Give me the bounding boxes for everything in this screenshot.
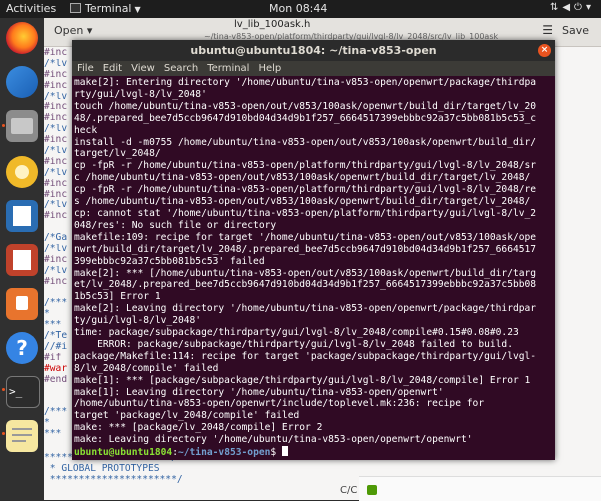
code-line: **********************/ [44, 473, 183, 485]
system-menu[interactable]: ⇅◀⏻▾ [550, 2, 595, 13]
hamburger-menu-icon[interactable]: ☰ [542, 23, 553, 37]
terminal-line: make[2]: Leaving directory '/home/ubuntu… [74, 303, 537, 315]
chevron-down-icon: ▾ [585, 2, 595, 13]
notification-strip [359, 476, 601, 501]
software-icon[interactable] [6, 288, 38, 320]
notification-icon [367, 485, 377, 495]
power-icon: ⏻ [574, 2, 586, 13]
terminal-line: make: *** [package/lv_2048/compile] Erro… [74, 422, 323, 434]
terminal-line: /home/ubuntu/tina-v853-open/openwrt/incl… [74, 398, 485, 410]
chevron-down-icon: ▾ [86, 24, 93, 37]
editor-language-status[interactable]: C/C [340, 485, 357, 496]
running-indicator [2, 432, 5, 435]
app-menu[interactable]: Terminal ▼ [70, 2, 141, 15]
terminal-line: cp -fpR -r /home/ubuntu/tina-v853-open/p… [74, 184, 537, 196]
close-icon[interactable]: × [538, 44, 551, 57]
terminal-line: 48/.prepared_bee7d5ccb9647d910bd04d34d9b… [74, 112, 537, 124]
clock[interactable]: Mon 08:44 [269, 2, 327, 15]
terminal-title-bar[interactable]: ubuntu@ubuntu1804: ~/tina-v853-open × [72, 40, 555, 61]
terminal-line: install -d -m0755 /home/ubuntu/tina-v853… [74, 136, 537, 148]
terminal-line: package/Makefile:114: recipe for target … [74, 350, 537, 362]
chevron-down-icon: ▼ [134, 5, 141, 14]
terminal-line: 048/res': No such file or directory [74, 219, 277, 231]
activities-button[interactable]: Activities [6, 2, 56, 15]
prompt-user: ubuntu@ubuntu1804 [74, 447, 173, 458]
terminal-prompt-line[interactable]: ubuntu@ubuntu1804:~/tina-v853-open$ [74, 446, 552, 458]
terminal-output[interactable]: make[2]: Entering directory '/home/ubunt… [74, 77, 552, 458]
open-button-label: Open [54, 24, 84, 37]
terminal-line: make[1]: Leaving directory '/home/ubuntu… [74, 386, 444, 398]
terminal-icon[interactable]: >_ [6, 376, 40, 408]
terminal-menu-search[interactable]: Search [164, 63, 198, 74]
volume-icon: ◀ [562, 2, 575, 13]
running-indicator [2, 388, 5, 391]
dock: ? >_ [0, 18, 44, 500]
rhythmbox-icon[interactable] [6, 156, 38, 188]
libreoffice-writer-icon[interactable] [6, 200, 38, 232]
terminal-line: 399ebbbc92a37c5bb081b5c53' failed [74, 255, 265, 267]
open-button[interactable]: Open ▾ [54, 24, 92, 37]
thunderbird-icon[interactable] [6, 66, 38, 98]
terminal-line: cp: cannot stat '/home/ubuntu/tina-v853-… [74, 207, 537, 219]
terminal-menu-terminal[interactable]: Terminal [207, 63, 249, 74]
terminal-menubar: File Edit View Search Terminal Help [72, 61, 555, 76]
terminal-line: nwrt/build_dir/target/lv_2048/.prepared_… [74, 243, 537, 255]
network-icon: ⇅ [549, 2, 563, 13]
terminal-line: touch /home/ubuntu/tina-v853-open/out/v8… [74, 100, 537, 112]
terminal-window[interactable]: ubuntu@ubuntu1804: ~/tina-v853-open × Fi… [72, 40, 555, 460]
terminal-line: et/lv_2048/.prepared_bee7d5ccb9647d910bd… [74, 279, 537, 291]
terminal-line: rty/gui/lvgl-8/lv_2048' [74, 88, 207, 100]
files-icon[interactable] [6, 110, 38, 142]
terminal-line: ERROR: package/subpackage/thirdparty/gui… [74, 338, 513, 350]
terminal-line: heck [74, 124, 98, 136]
terminal-line: makefile:109: recipe for target '/home/u… [74, 231, 537, 243]
terminal-title: ubuntu@ubuntu1804: ~/tina-v853-open [190, 44, 437, 57]
terminal-menu-help[interactable]: Help [258, 63, 281, 74]
app-menu-label: Terminal [85, 2, 132, 15]
terminal-line: 8/lv_2048/compile' failed [74, 362, 219, 374]
prompt-symbol: $ [270, 447, 282, 458]
terminal-lines: make[2]: Entering directory '/home/ubunt… [74, 77, 552, 446]
running-indicator [2, 124, 5, 127]
terminal-menu-file[interactable]: File [77, 63, 94, 74]
terminal-menu-view[interactable]: View [131, 63, 155, 74]
terminal-line: cp -fpR -r /home/ubuntu/tina-v853-open/p… [74, 160, 537, 172]
top-bar: Activities Terminal ▼ Mon 08:44 ⇅◀⏻▾ [0, 0, 601, 18]
help-icon[interactable]: ? [6, 332, 38, 364]
text-editor-icon[interactable] [6, 420, 38, 452]
terminal-line: make[2]: Entering directory '/home/ubunt… [74, 77, 537, 88]
save-button[interactable]: Save [562, 24, 589, 37]
terminal-line: 1b5c53] Error 1 [74, 291, 161, 303]
terminal-line: make[2]: *** [/home/ubuntu/tina-v853-ope… [74, 267, 537, 279]
terminal-cursor [281, 446, 288, 457]
terminal-app-icon [70, 3, 81, 13]
terminal-line: ty/gui/lvgl-8/lv_2048' [74, 315, 202, 327]
terminal-line: make: Leaving directory '/home/ubuntu/ti… [74, 434, 473, 446]
libreoffice-impress-icon[interactable] [6, 244, 38, 276]
terminal-line: s /home/ubuntu/tina-v853-open/out/v853/1… [74, 196, 531, 208]
terminal-line: target 'package/lv_2048/compile' failed [74, 410, 300, 422]
terminal-menu-edit[interactable]: Edit [103, 63, 122, 74]
terminal-line: target/lv_2048/ [74, 148, 161, 160]
editor-filename: lv_lib_100ask.h [234, 19, 311, 30]
terminal-line: time: package/subpackage/thirdparty/gui/… [74, 327, 519, 339]
terminal-line: c /home/ubuntu/tina-v853-open/out/v853/1… [74, 172, 531, 184]
prompt-path: ~/tina-v853-open [177, 447, 271, 458]
terminal-line: make[1]: *** [package/subpackage/thirdpa… [74, 374, 531, 386]
firefox-icon[interactable] [6, 22, 38, 54]
